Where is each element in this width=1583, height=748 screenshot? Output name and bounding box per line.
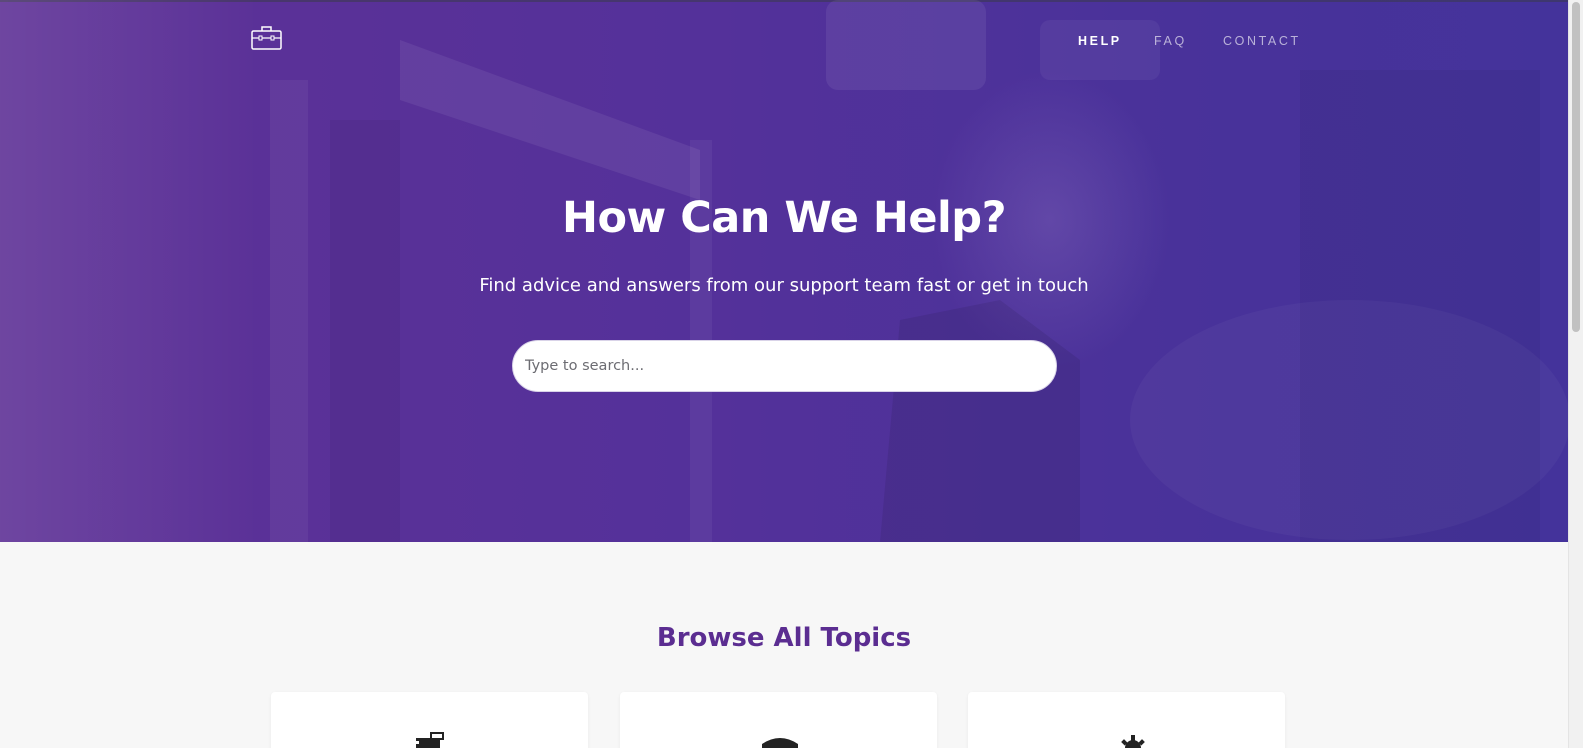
briefcase-icon[interactable] — [251, 25, 282, 51]
top-navigation: HELP FAQ CONTACT — [0, 0, 1568, 80]
document-edit-icon — [414, 732, 444, 748]
hero-section: HELP FAQ CONTACT How Can We Help? Find a… — [0, 0, 1568, 542]
hero-title: How Can We Help? — [561, 193, 1007, 243]
topic-card[interactable] — [620, 692, 937, 748]
graduation-cap-icon — [762, 738, 798, 748]
nav-link-help[interactable]: HELP — [1078, 34, 1122, 48]
nav-link-faq[interactable]: FAQ — [1154, 34, 1187, 48]
gear-icon — [1121, 735, 1145, 748]
hero-subtitle: Find advice and answers from our support… — [479, 275, 1089, 296]
search-input[interactable] — [512, 340, 1057, 392]
hero-background-photo — [0, 0, 1540, 542]
nav-link-contact[interactable]: CONTACT — [1223, 34, 1301, 48]
page-scrollbar[interactable] — [1568, 0, 1583, 748]
scrollbar-thumb[interactable] — [1572, 2, 1580, 332]
topic-card[interactable] — [271, 692, 588, 748]
page: HELP FAQ CONTACT How Can We Help? Find a… — [0, 0, 1583, 748]
topic-card[interactable] — [968, 692, 1285, 748]
topics-title: Browse All Topics — [656, 623, 912, 653]
